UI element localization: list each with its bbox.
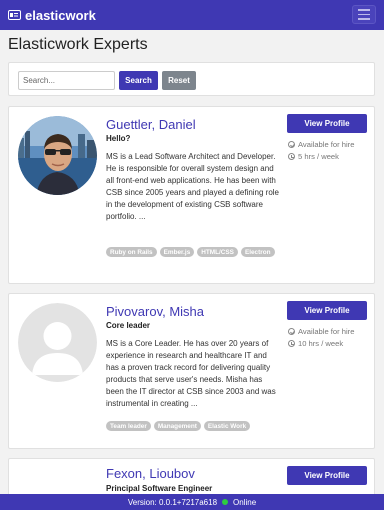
skill-tag: Elastic Work bbox=[203, 421, 251, 431]
skill-tag: HTML/CSS bbox=[197, 247, 238, 257]
navbar: elasticwork bbox=[0, 0, 384, 30]
skill-tag: Management bbox=[153, 421, 201, 431]
availability-status: Available for hire bbox=[288, 140, 354, 149]
expert-subtitle: Core leader bbox=[106, 321, 151, 330]
hamburger-line bbox=[358, 9, 370, 11]
default-avatar-icon bbox=[18, 303, 97, 382]
hours-per-week: 5 hrs / week bbox=[288, 152, 339, 161]
expert-bio: MS is a Lead Software Architect and Deve… bbox=[106, 152, 279, 222]
view-profile-button[interactable]: View Profile bbox=[287, 301, 367, 320]
availability-status: Available for hire bbox=[288, 327, 354, 336]
skill-tag: Ember.js bbox=[159, 247, 195, 257]
hours-text: 5 hrs / week bbox=[298, 152, 339, 161]
view-profile-button[interactable]: View Profile bbox=[287, 466, 367, 485]
expert-name[interactable]: Fexon, Lioubov bbox=[106, 466, 195, 481]
expert-card: Pivovarov, Misha Core leader MS is a Cor… bbox=[8, 293, 375, 449]
avatar-photo-icon bbox=[18, 116, 97, 195]
expert-name[interactable]: Pivovarov, Misha bbox=[106, 304, 204, 319]
hours-text: 10 hrs / week bbox=[298, 339, 344, 348]
availability-text: Available for hire bbox=[298, 327, 355, 336]
check-circle-icon bbox=[288, 141, 295, 148]
version-text: Version: 0.0.1+7217a618 bbox=[127, 497, 218, 507]
view-profile-button[interactable]: View Profile bbox=[287, 114, 367, 133]
check-circle-icon bbox=[288, 328, 295, 335]
clock-icon bbox=[288, 153, 295, 160]
reset-button[interactable]: Reset bbox=[162, 71, 196, 90]
hours-per-week: 10 hrs / week bbox=[288, 339, 343, 348]
expert-subtitle: Hello? bbox=[106, 134, 131, 143]
avatar bbox=[18, 303, 97, 382]
hamburger-line bbox=[358, 18, 370, 20]
search-button[interactable]: Search bbox=[119, 71, 158, 90]
skill-tag: Ruby on Rails bbox=[106, 247, 157, 257]
status-footer: Version: 0.0.1+7217a618 Online bbox=[0, 494, 384, 510]
brand-link[interactable]: elasticwork bbox=[8, 8, 96, 23]
hamburger-menu-button[interactable] bbox=[352, 5, 376, 24]
search-panel: Search Reset bbox=[8, 62, 375, 96]
brand-name: elasticwork bbox=[25, 7, 96, 23]
availability-text: Available for hire bbox=[298, 140, 355, 149]
brand-logo-icon bbox=[8, 10, 21, 20]
expert-bio: MS is a Core Leader. He has over 20 year… bbox=[106, 339, 276, 409]
avatar bbox=[18, 116, 97, 195]
skill-tags: Ruby on Rails Ember.js HTML/CSS Electron bbox=[106, 247, 286, 257]
skill-tags: Team leader Management Elastic Work bbox=[106, 421, 286, 431]
clock-icon bbox=[288, 340, 295, 347]
hamburger-line bbox=[358, 13, 370, 16]
skill-tag: Team leader bbox=[106, 421, 151, 431]
skill-tag: Electron bbox=[240, 247, 275, 257]
online-status-dot-icon bbox=[222, 499, 229, 505]
page-title: Elasticwork Experts bbox=[8, 36, 148, 53]
expert-card: Guettler, Daniel Hello? MS is a Lead Sof… bbox=[8, 106, 375, 284]
expert-name[interactable]: Guettler, Daniel bbox=[106, 117, 196, 132]
expert-card: Fexon, Lioubov Principal Software Engine… bbox=[8, 458, 375, 498]
status-text: Online bbox=[233, 497, 257, 507]
expert-subtitle: Principal Software Engineer bbox=[106, 484, 213, 493]
search-input[interactable] bbox=[18, 71, 115, 90]
